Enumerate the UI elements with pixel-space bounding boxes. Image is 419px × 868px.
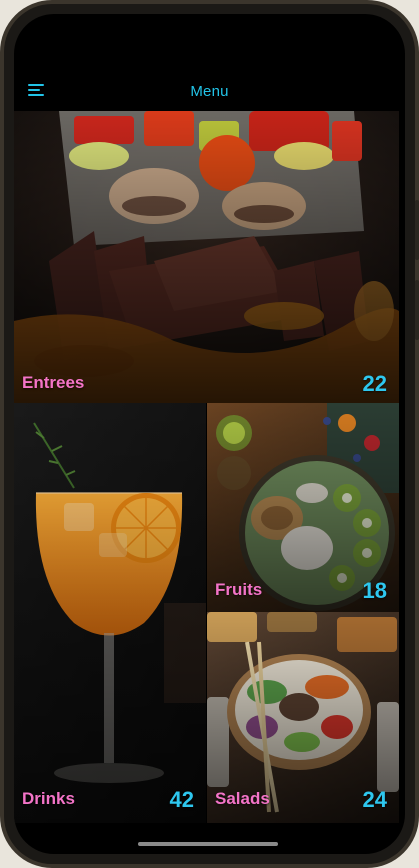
category-count: 42 bbox=[169, 787, 194, 812]
category-count: 22 bbox=[362, 371, 387, 396]
category-tile-entrees[interactable]: Entrees 22 bbox=[14, 111, 399, 403]
app-header: Menu bbox=[14, 74, 405, 110]
app-screen: Menu Entrees 22 Drinks 42 Fruits 18 Sala… bbox=[14, 14, 405, 854]
page-title: Menu bbox=[190, 83, 229, 100]
drinks-photo bbox=[14, 403, 206, 823]
side-button bbox=[415, 280, 419, 340]
category-tile-drinks[interactable]: Drinks 42 bbox=[14, 403, 206, 823]
category-label: Drinks bbox=[22, 789, 75, 808]
category-tile-salads[interactable]: Salads 24 bbox=[207, 612, 399, 823]
category-count: 18 bbox=[362, 578, 387, 603]
category-tile-fruits[interactable]: Fruits 18 bbox=[207, 403, 399, 612]
category-label: Entrees bbox=[22, 373, 85, 392]
category-label: Salads bbox=[215, 789, 270, 808]
category-count: 24 bbox=[362, 787, 387, 812]
category-label: Fruits bbox=[215, 580, 263, 599]
entrees-photo bbox=[14, 111, 399, 403]
home-indicator[interactable] bbox=[138, 842, 278, 846]
side-button bbox=[415, 200, 419, 260]
phone-frame: Menu Entrees 22 Drinks 42 Fruits 18 Sala… bbox=[0, 0, 419, 868]
